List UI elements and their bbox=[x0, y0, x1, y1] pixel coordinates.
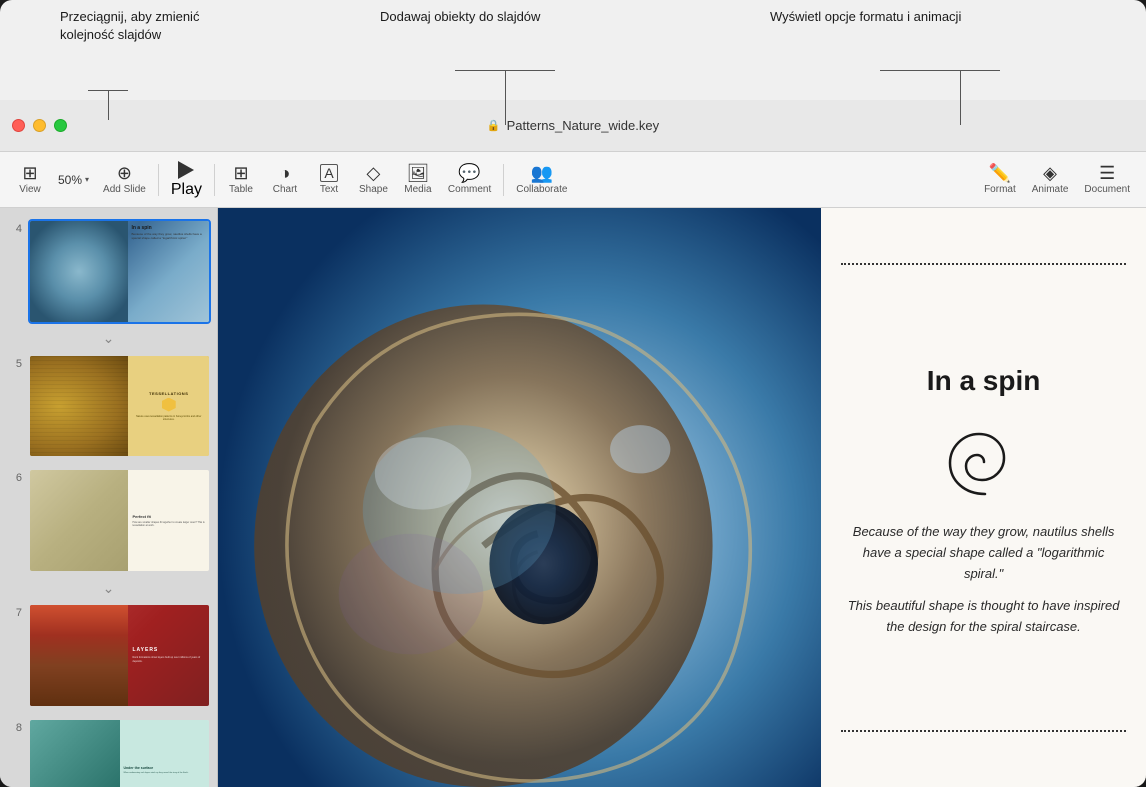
collapse-button-4[interactable] bbox=[6, 331, 211, 347]
document-icon: ☰ bbox=[1099, 164, 1115, 182]
chart-button[interactable]: ◑ Chart bbox=[263, 160, 307, 199]
view-button[interactable]: ⊞ View bbox=[8, 160, 52, 199]
dotted-line-bottom bbox=[841, 730, 1126, 732]
format-button[interactable]: ✏️ Format bbox=[976, 160, 1024, 199]
close-button[interactable] bbox=[12, 119, 25, 132]
zoom-control[interactable]: 50% ▾ bbox=[52, 169, 95, 191]
lock-icon: 🔒 bbox=[487, 119, 501, 132]
slide-thumb-7[interactable]: LAYERS Rock formations show layers built… bbox=[28, 603, 211, 708]
slide-body-2: This beautiful shape is thought to have … bbox=[846, 596, 1121, 638]
table-button[interactable]: ⊞ Table bbox=[219, 160, 263, 199]
slide-thumb-6[interactable]: Perfect fit How are smaller shapes fit t… bbox=[28, 468, 211, 573]
comment-icon: 💬 bbox=[458, 164, 480, 182]
table-icon: ⊞ bbox=[233, 164, 248, 182]
chart-icon: ◑ bbox=[280, 164, 291, 182]
text-button[interactable]: A Text bbox=[307, 160, 351, 199]
toolbar: ⊞ View 50% ▾ ⊕ Add Slide Play ⊞ Table ◑ … bbox=[0, 152, 1146, 208]
add-slide-button[interactable]: ⊕ Add Slide bbox=[95, 160, 154, 199]
spiral-icon bbox=[846, 422, 1121, 507]
titlebar: 🔒 Patterns_Nature_wide.key bbox=[0, 100, 1146, 152]
slide-item-6[interactable]: 6 Perfect fit How are smaller shapes fit… bbox=[6, 465, 211, 576]
slide-body-1: Because of the way they grow, nautilus s… bbox=[846, 522, 1121, 584]
shape-button[interactable]: ◇ Shape bbox=[351, 160, 396, 199]
add-slide-icon: ⊕ bbox=[117, 164, 132, 182]
zoom-chevron-icon: ▾ bbox=[85, 175, 89, 184]
slide-item-5[interactable]: 5 TESSELLATIONS Nature uses tessellation… bbox=[6, 351, 211, 462]
slide-main-title: In a spin bbox=[846, 365, 1121, 397]
slide-thumb-8[interactable]: Under the surface When sedimentary rock … bbox=[28, 718, 211, 787]
separator-3 bbox=[503, 164, 504, 196]
annotation-left: Przeciągnij, aby zmienić kolejność slajd… bbox=[60, 8, 200, 43]
document-button[interactable]: ☰ Document bbox=[1076, 160, 1138, 199]
slide-canvas[interactable]: In a spin Because of the way they grow, … bbox=[218, 208, 1146, 787]
play-icon bbox=[178, 161, 194, 179]
slide-image bbox=[218, 208, 821, 787]
collaborate-button[interactable]: 👥 Collaborate bbox=[508, 160, 575, 199]
slide-panel[interactable]: 4 In a spin Because of the way they grow… bbox=[0, 208, 218, 787]
separator-2 bbox=[214, 164, 215, 196]
view-icon: ⊞ bbox=[22, 164, 37, 182]
main-content: 4 In a spin Because of the way they grow… bbox=[0, 208, 1146, 787]
application-window: Przeciągnij, aby zmienić kolejność slajd… bbox=[0, 0, 1146, 787]
maximize-button[interactable] bbox=[54, 119, 67, 132]
minimize-button[interactable] bbox=[33, 119, 46, 132]
slide-item-8[interactable]: 8 Under the surface When sedimentary roc… bbox=[6, 715, 211, 787]
slide-item-7[interactable]: 7 LAYERS Rock formations show layers bui… bbox=[6, 600, 211, 711]
dotted-line-top bbox=[841, 263, 1126, 265]
canvas-area: In a spin Because of the way they grow, … bbox=[218, 208, 1146, 787]
annotation-middle: Dodawaj obiekty do slajdów bbox=[380, 8, 540, 26]
collapse-button-6[interactable] bbox=[6, 580, 211, 596]
format-icon: ✏️ bbox=[989, 164, 1011, 182]
animate-button[interactable]: ◈ Animate bbox=[1024, 160, 1077, 199]
media-button[interactable]: 🖼 Media bbox=[396, 160, 440, 199]
shape-icon: ◇ bbox=[367, 164, 381, 182]
slide-item-4[interactable]: 4 In a spin Because of the way they grow… bbox=[6, 216, 211, 327]
slide-text-panel: In a spin Because of the way they grow, … bbox=[821, 208, 1146, 787]
comment-button[interactable]: 💬 Comment bbox=[440, 160, 499, 199]
window-title: 🔒 Patterns_Nature_wide.key bbox=[487, 118, 659, 133]
text-icon: A bbox=[320, 164, 337, 182]
annotation-right: Wyświetl opcje formatu i animacji bbox=[770, 8, 961, 26]
traffic-lights bbox=[12, 119, 67, 132]
play-button[interactable]: Play bbox=[163, 157, 210, 203]
media-icon: 🖼 bbox=[406, 164, 429, 182]
slide-thumb-5[interactable]: TESSELLATIONS Nature uses tessellation p… bbox=[28, 354, 211, 459]
slide-thumb-4[interactable]: In a spin Because of the way they grow, … bbox=[28, 219, 211, 324]
collaborate-icon: 👥 bbox=[531, 164, 553, 182]
animate-icon: ◈ bbox=[1043, 164, 1057, 182]
separator-1 bbox=[158, 164, 159, 196]
